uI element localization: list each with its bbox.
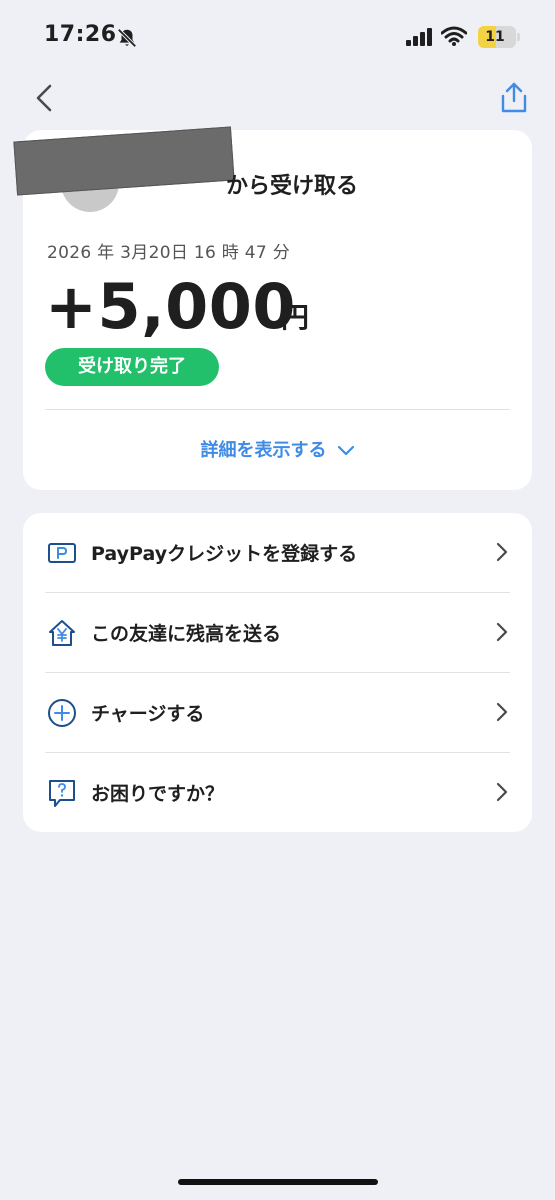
battery-icon: 11 [478, 26, 516, 48]
currency-unit: 円 [281, 301, 310, 334]
chevron-right-icon [496, 702, 508, 722]
battery-cap [517, 33, 520, 41]
sender-name-redaction [13, 126, 235, 196]
actions-card: PayPayクレジットを登録する この友達に残高を送る チャージする お困りです… [23, 513, 532, 832]
menu-item-register-credit[interactable]: PayPayクレジットを登録する [23, 513, 532, 593]
divider [45, 409, 510, 410]
chevron-right-icon [496, 782, 508, 802]
yen-house-icon [49, 620, 75, 646]
share-button[interactable] [496, 80, 532, 116]
chevron-left-icon [36, 84, 52, 112]
chevron-right-icon [496, 622, 508, 642]
menu-item-send-balance[interactable]: この友達に残高を送る [23, 593, 532, 673]
nav-bar [0, 72, 555, 124]
credit-card-icon [48, 543, 76, 563]
chevron-right-icon [496, 542, 508, 562]
transaction-amount: +5,000 [45, 270, 297, 343]
bell-slash-icon [117, 28, 137, 48]
home-indicator[interactable] [178, 1179, 378, 1185]
status-time: 17:26 [44, 22, 117, 47]
transaction-card: から受け取る 2026 年 3月20日 16 時 47 分 +5,000 円 受… [13, 126, 532, 490]
share-icon [501, 82, 527, 113]
battery-level: 11 [485, 29, 505, 45]
sender-title: から受け取る [226, 174, 359, 199]
show-details-label: 詳細を表示する [200, 440, 327, 461]
wifi-icon [441, 26, 467, 46]
status-bar: 17:26 11 [0, 0, 555, 72]
plus-circle-icon [48, 699, 76, 727]
show-details-button[interactable]: 詳細を表示する [23, 436, 532, 462]
menu-item-help[interactable]: お困りですか？ [23, 753, 532, 833]
menu-item-label: この友達に残高を送る [91, 623, 282, 645]
cellular-signal-icon [406, 28, 432, 46]
status-badge: 受け取り完了 [45, 348, 219, 386]
transaction-datetime: 2026 年 3月20日 16 時 47 分 [47, 243, 290, 263]
chevron-down-icon [337, 445, 354, 456]
menu-item-label: お困りですか？ [91, 783, 225, 805]
menu-item-label: チャージする [91, 703, 205, 725]
back-button[interactable] [28, 80, 62, 116]
help-bubble-icon [49, 780, 75, 807]
menu-item-label: PayPayクレジットを登録する [91, 543, 358, 565]
menu-item-charge[interactable]: チャージする [23, 673, 532, 753]
